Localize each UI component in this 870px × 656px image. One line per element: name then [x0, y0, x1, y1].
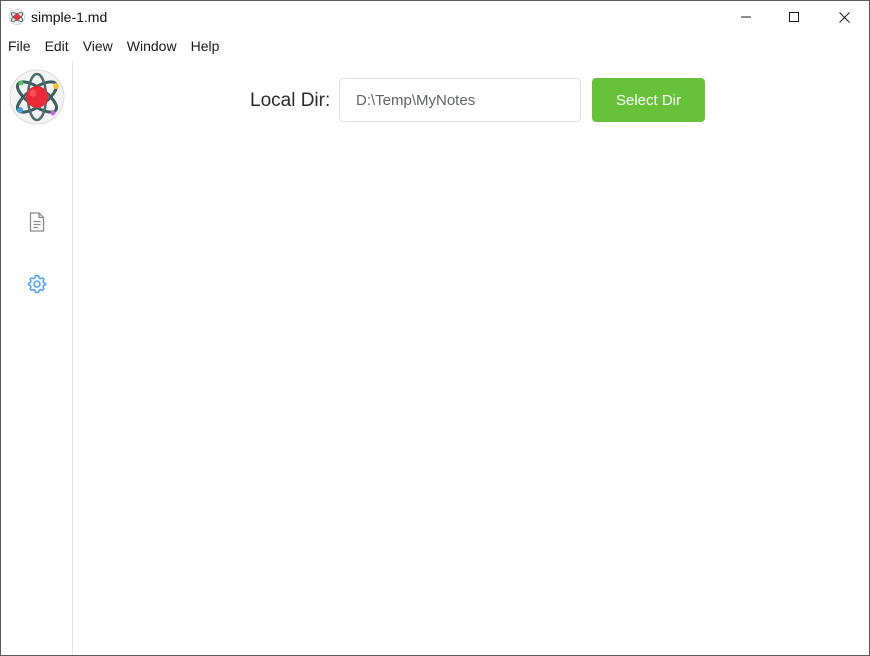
maximize-icon	[789, 12, 799, 22]
app-window: simple-1.md File Edit View Window Help L…	[0, 0, 870, 656]
menu-window[interactable]: Window	[120, 35, 184, 57]
atom-logo	[9, 69, 65, 125]
menu-bar: File Edit View Window Help	[1, 35, 226, 57]
close-button[interactable]	[821, 1, 867, 33]
menu-help[interactable]: Help	[184, 35, 227, 57]
sidebar	[1, 61, 73, 655]
settings-panel: Local Dir: Select Dir	[74, 61, 869, 655]
app-icon	[9, 9, 25, 25]
menu-file[interactable]: File	[1, 35, 38, 57]
minimize-button[interactable]	[723, 1, 769, 33]
nav-document[interactable]	[26, 211, 48, 233]
minimize-icon	[741, 16, 751, 18]
local-dir-input[interactable]	[339, 78, 581, 122]
close-icon	[838, 11, 850, 23]
menu-edit[interactable]: Edit	[38, 35, 76, 57]
select-dir-button[interactable]: Select Dir	[592, 78, 705, 122]
title-bar[interactable]: simple-1.md	[1, 1, 869, 33]
document-icon	[29, 212, 45, 232]
local-dir-label: Local Dir:	[250, 90, 331, 111]
gear-icon	[27, 274, 47, 294]
maximize-button[interactable]	[771, 1, 817, 33]
nav-settings[interactable]	[26, 273, 48, 295]
window-title: simple-1.md	[31, 9, 108, 25]
menu-view[interactable]: View	[76, 35, 120, 57]
